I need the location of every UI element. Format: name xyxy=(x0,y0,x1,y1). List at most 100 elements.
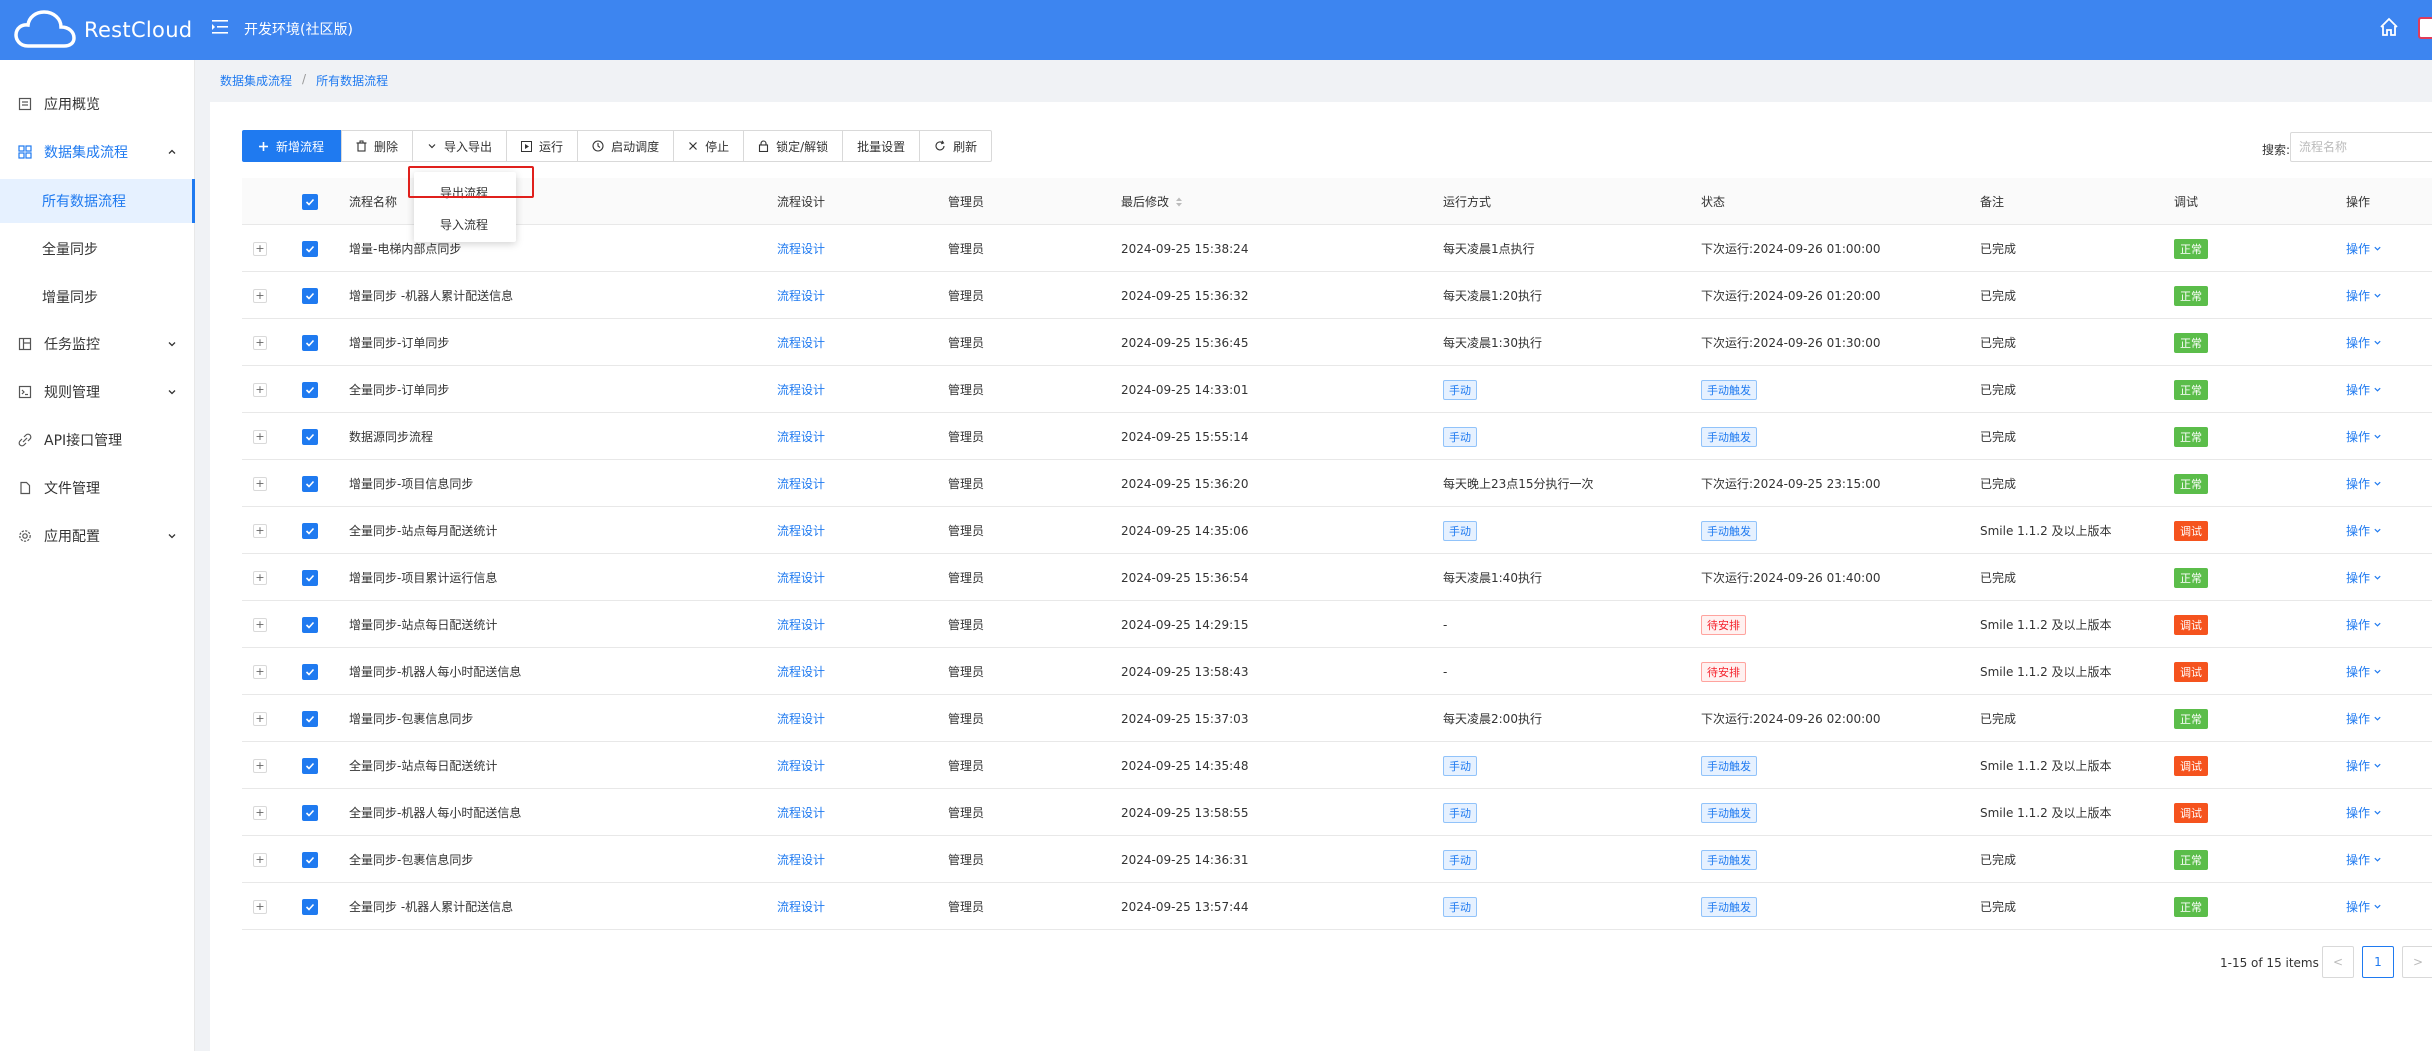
flow-design-link[interactable]: 流程设计 xyxy=(777,742,825,789)
flow-design-link[interactable]: 流程设计 xyxy=(777,836,825,883)
expand-row-button[interactable]: + xyxy=(253,507,267,554)
expand-row-button[interactable]: + xyxy=(253,789,267,836)
refresh-button[interactable]: 刷新 xyxy=(920,130,993,162)
row-checkbox[interactable] xyxy=(302,742,318,789)
sidebar-item-incremental-sync[interactable]: 增量同步 xyxy=(0,275,195,319)
flow-design-link[interactable]: 流程设计 xyxy=(777,554,825,601)
row-action-dropdown[interactable]: 操作 xyxy=(2346,554,2382,601)
table-row[interactable]: + 全量同步-包裹信息同步 流程设计 管理员 2024-09-25 14:36:31 手动… xyxy=(242,836,2432,883)
sidebar-item-full-sync[interactable]: 全量同步 xyxy=(0,227,195,271)
expand-row-button[interactable]: + xyxy=(253,319,267,366)
expand-row-button[interactable]: + xyxy=(253,601,267,648)
flow-design-link[interactable]: 流程设计 xyxy=(777,601,825,648)
row-action-dropdown[interactable]: 操作 xyxy=(2346,883,2382,930)
row-checkbox[interactable] xyxy=(302,601,318,648)
lock-unlock-button[interactable]: 锁定/解锁 xyxy=(744,130,844,162)
table-row[interactable]: + 增量-电梯内部点同步 流程设计 管理员 2024-09-25 15:38:24 每天凌… xyxy=(242,225,2432,272)
expand-row-button[interactable]: + xyxy=(253,366,267,413)
table-row[interactable]: + 增量同步-站点每日配送统计 流程设计 管理员 2024-09-25 14:29:15… xyxy=(242,601,2432,648)
table-row[interactable]: + 增量同步-项目累计运行信息 流程设计 管理员 2024-09-25 15:36:54… xyxy=(242,554,2432,601)
expand-row-button[interactable]: + xyxy=(253,460,267,507)
flow-design-link[interactable]: 流程设计 xyxy=(777,413,825,460)
flow-design-link[interactable]: 流程设计 xyxy=(777,648,825,695)
column-header-modified[interactable]: 最后修改 xyxy=(1121,178,1183,225)
sidebar-item-data-integration[interactable]: 数据集成流程 xyxy=(0,130,195,174)
table-row[interactable]: + 增量同步 -机器人累计配送信息 流程设计 管理员 2024-09-25 15:36:… xyxy=(242,272,2432,319)
row-checkbox[interactable] xyxy=(302,883,318,930)
prev-page-button[interactable]: < xyxy=(2322,946,2354,978)
row-checkbox[interactable] xyxy=(302,648,318,695)
table-row[interactable]: + 数据源同步流程 流程设计 管理员 2024-09-25 15:55:14 手动 手动触发… xyxy=(242,413,2432,460)
row-action-dropdown[interactable]: 操作 xyxy=(2346,507,2382,554)
user-avatar[interactable] xyxy=(2418,17,2432,39)
page-button-1[interactable]: 1 xyxy=(2362,946,2394,978)
row-action-dropdown[interactable]: 操作 xyxy=(2346,836,2382,883)
expand-row-button[interactable]: + xyxy=(253,225,267,272)
sidebar-item-all-flows[interactable]: 所有数据流程 xyxy=(0,179,195,223)
flow-design-link[interactable]: 流程设计 xyxy=(777,460,825,507)
import-export-button[interactable]: 导入导出 xyxy=(413,130,508,162)
batch-settings-button[interactable]: 批量设置 xyxy=(843,130,921,162)
expand-row-button[interactable]: + xyxy=(253,413,267,460)
start-schedule-button[interactable]: 启动调度 xyxy=(578,130,675,162)
flow-design-link[interactable]: 流程设计 xyxy=(777,366,825,413)
sidebar-item-task-monitor[interactable]: 任务监控 xyxy=(0,322,195,366)
table-row[interactable]: + 全量同步-站点每日配送统计 流程设计 管理员 2024-09-25 14:35:48… xyxy=(242,742,2432,789)
row-action-dropdown[interactable]: 操作 xyxy=(2346,413,2382,460)
row-checkbox[interactable] xyxy=(302,789,318,836)
sidebar-item-rules[interactable]: 规则管理 xyxy=(0,370,195,414)
row-checkbox[interactable] xyxy=(302,460,318,507)
expand-row-button[interactable]: + xyxy=(253,742,267,789)
flow-design-link[interactable]: 流程设计 xyxy=(777,695,825,742)
row-action-dropdown[interactable]: 操作 xyxy=(2346,272,2382,319)
sort-icon[interactable] xyxy=(1175,196,1183,208)
table-row[interactable]: + 增量同步-机器人每小时配送信息 流程设计 管理员 2024-09-25 13:58:… xyxy=(242,648,2432,695)
row-checkbox[interactable] xyxy=(302,695,318,742)
expand-row-button[interactable]: + xyxy=(253,836,267,883)
table-row[interactable]: + 全量同步-订单同步 流程设计 管理员 2024-09-25 14:33:01 手动 手动… xyxy=(242,366,2432,413)
table-row[interactable]: + 增量同步-项目信息同步 流程设计 管理员 2024-09-25 15:36:20 每天… xyxy=(242,460,2432,507)
flow-design-link[interactable]: 流程设计 xyxy=(777,789,825,836)
row-checkbox[interactable] xyxy=(302,319,318,366)
app-logo[interactable]: RestCloud xyxy=(14,8,192,52)
flow-design-link[interactable]: 流程设计 xyxy=(777,883,825,930)
breadcrumb-item[interactable]: 所有数据流程 xyxy=(316,72,388,89)
menu-toggle-icon[interactable] xyxy=(210,17,230,37)
import-flow-menu-item[interactable]: 导入流程 xyxy=(414,208,516,240)
expand-row-button[interactable]: + xyxy=(253,554,267,601)
flow-design-link[interactable]: 流程设计 xyxy=(777,225,825,272)
row-action-dropdown[interactable]: 操作 xyxy=(2346,319,2382,366)
row-action-dropdown[interactable]: 操作 xyxy=(2346,695,2382,742)
flow-design-link[interactable]: 流程设计 xyxy=(777,319,825,366)
row-checkbox[interactable] xyxy=(302,413,318,460)
sidebar-item-api[interactable]: API接口管理 xyxy=(0,418,195,462)
sidebar-item-files[interactable]: 文件管理 xyxy=(0,466,195,510)
column-header-name[interactable]: 流程名称 xyxy=(349,178,397,225)
row-checkbox[interactable] xyxy=(302,836,318,883)
add-flow-button[interactable]: 新增流程 xyxy=(242,130,342,162)
home-icon[interactable] xyxy=(2378,16,2400,38)
sidebar-item-app-config[interactable]: 应用配置 xyxy=(0,514,195,558)
table-row[interactable]: + 全量同步-机器人每小时配送信息 流程设计 管理员 2024-09-25 13:58:… xyxy=(242,789,2432,836)
table-row[interactable]: + 全量同步-站点每月配送统计 流程设计 管理员 2024-09-25 14:35:06… xyxy=(242,507,2432,554)
row-action-dropdown[interactable]: 操作 xyxy=(2346,789,2382,836)
row-checkbox[interactable] xyxy=(302,554,318,601)
row-checkbox[interactable] xyxy=(302,225,318,272)
table-row[interactable]: + 增量同步-包裹信息同步 流程设计 管理员 2024-09-25 15:37:03 每天… xyxy=(242,695,2432,742)
select-all-checkbox[interactable] xyxy=(302,178,318,225)
row-checkbox[interactable] xyxy=(302,507,318,554)
row-action-dropdown[interactable]: 操作 xyxy=(2346,601,2382,648)
run-button[interactable]: 运行 xyxy=(507,130,579,162)
next-page-button[interactable]: > xyxy=(2402,946,2432,978)
expand-row-button[interactable]: + xyxy=(253,648,267,695)
row-action-dropdown[interactable]: 操作 xyxy=(2346,460,2382,507)
row-action-dropdown[interactable]: 操作 xyxy=(2346,366,2382,413)
flow-design-link[interactable]: 流程设计 xyxy=(777,272,825,319)
row-action-dropdown[interactable]: 操作 xyxy=(2346,742,2382,789)
stop-button[interactable]: 停止 xyxy=(674,130,745,162)
search-input[interactable] xyxy=(2290,132,2432,162)
row-action-dropdown[interactable]: 操作 xyxy=(2346,648,2382,695)
table-row[interactable]: + 全量同步 -机器人累计配送信息 流程设计 管理员 2024-09-25 13:57:… xyxy=(242,883,2432,930)
flow-design-link[interactable]: 流程设计 xyxy=(777,507,825,554)
expand-row-button[interactable]: + xyxy=(253,695,267,742)
